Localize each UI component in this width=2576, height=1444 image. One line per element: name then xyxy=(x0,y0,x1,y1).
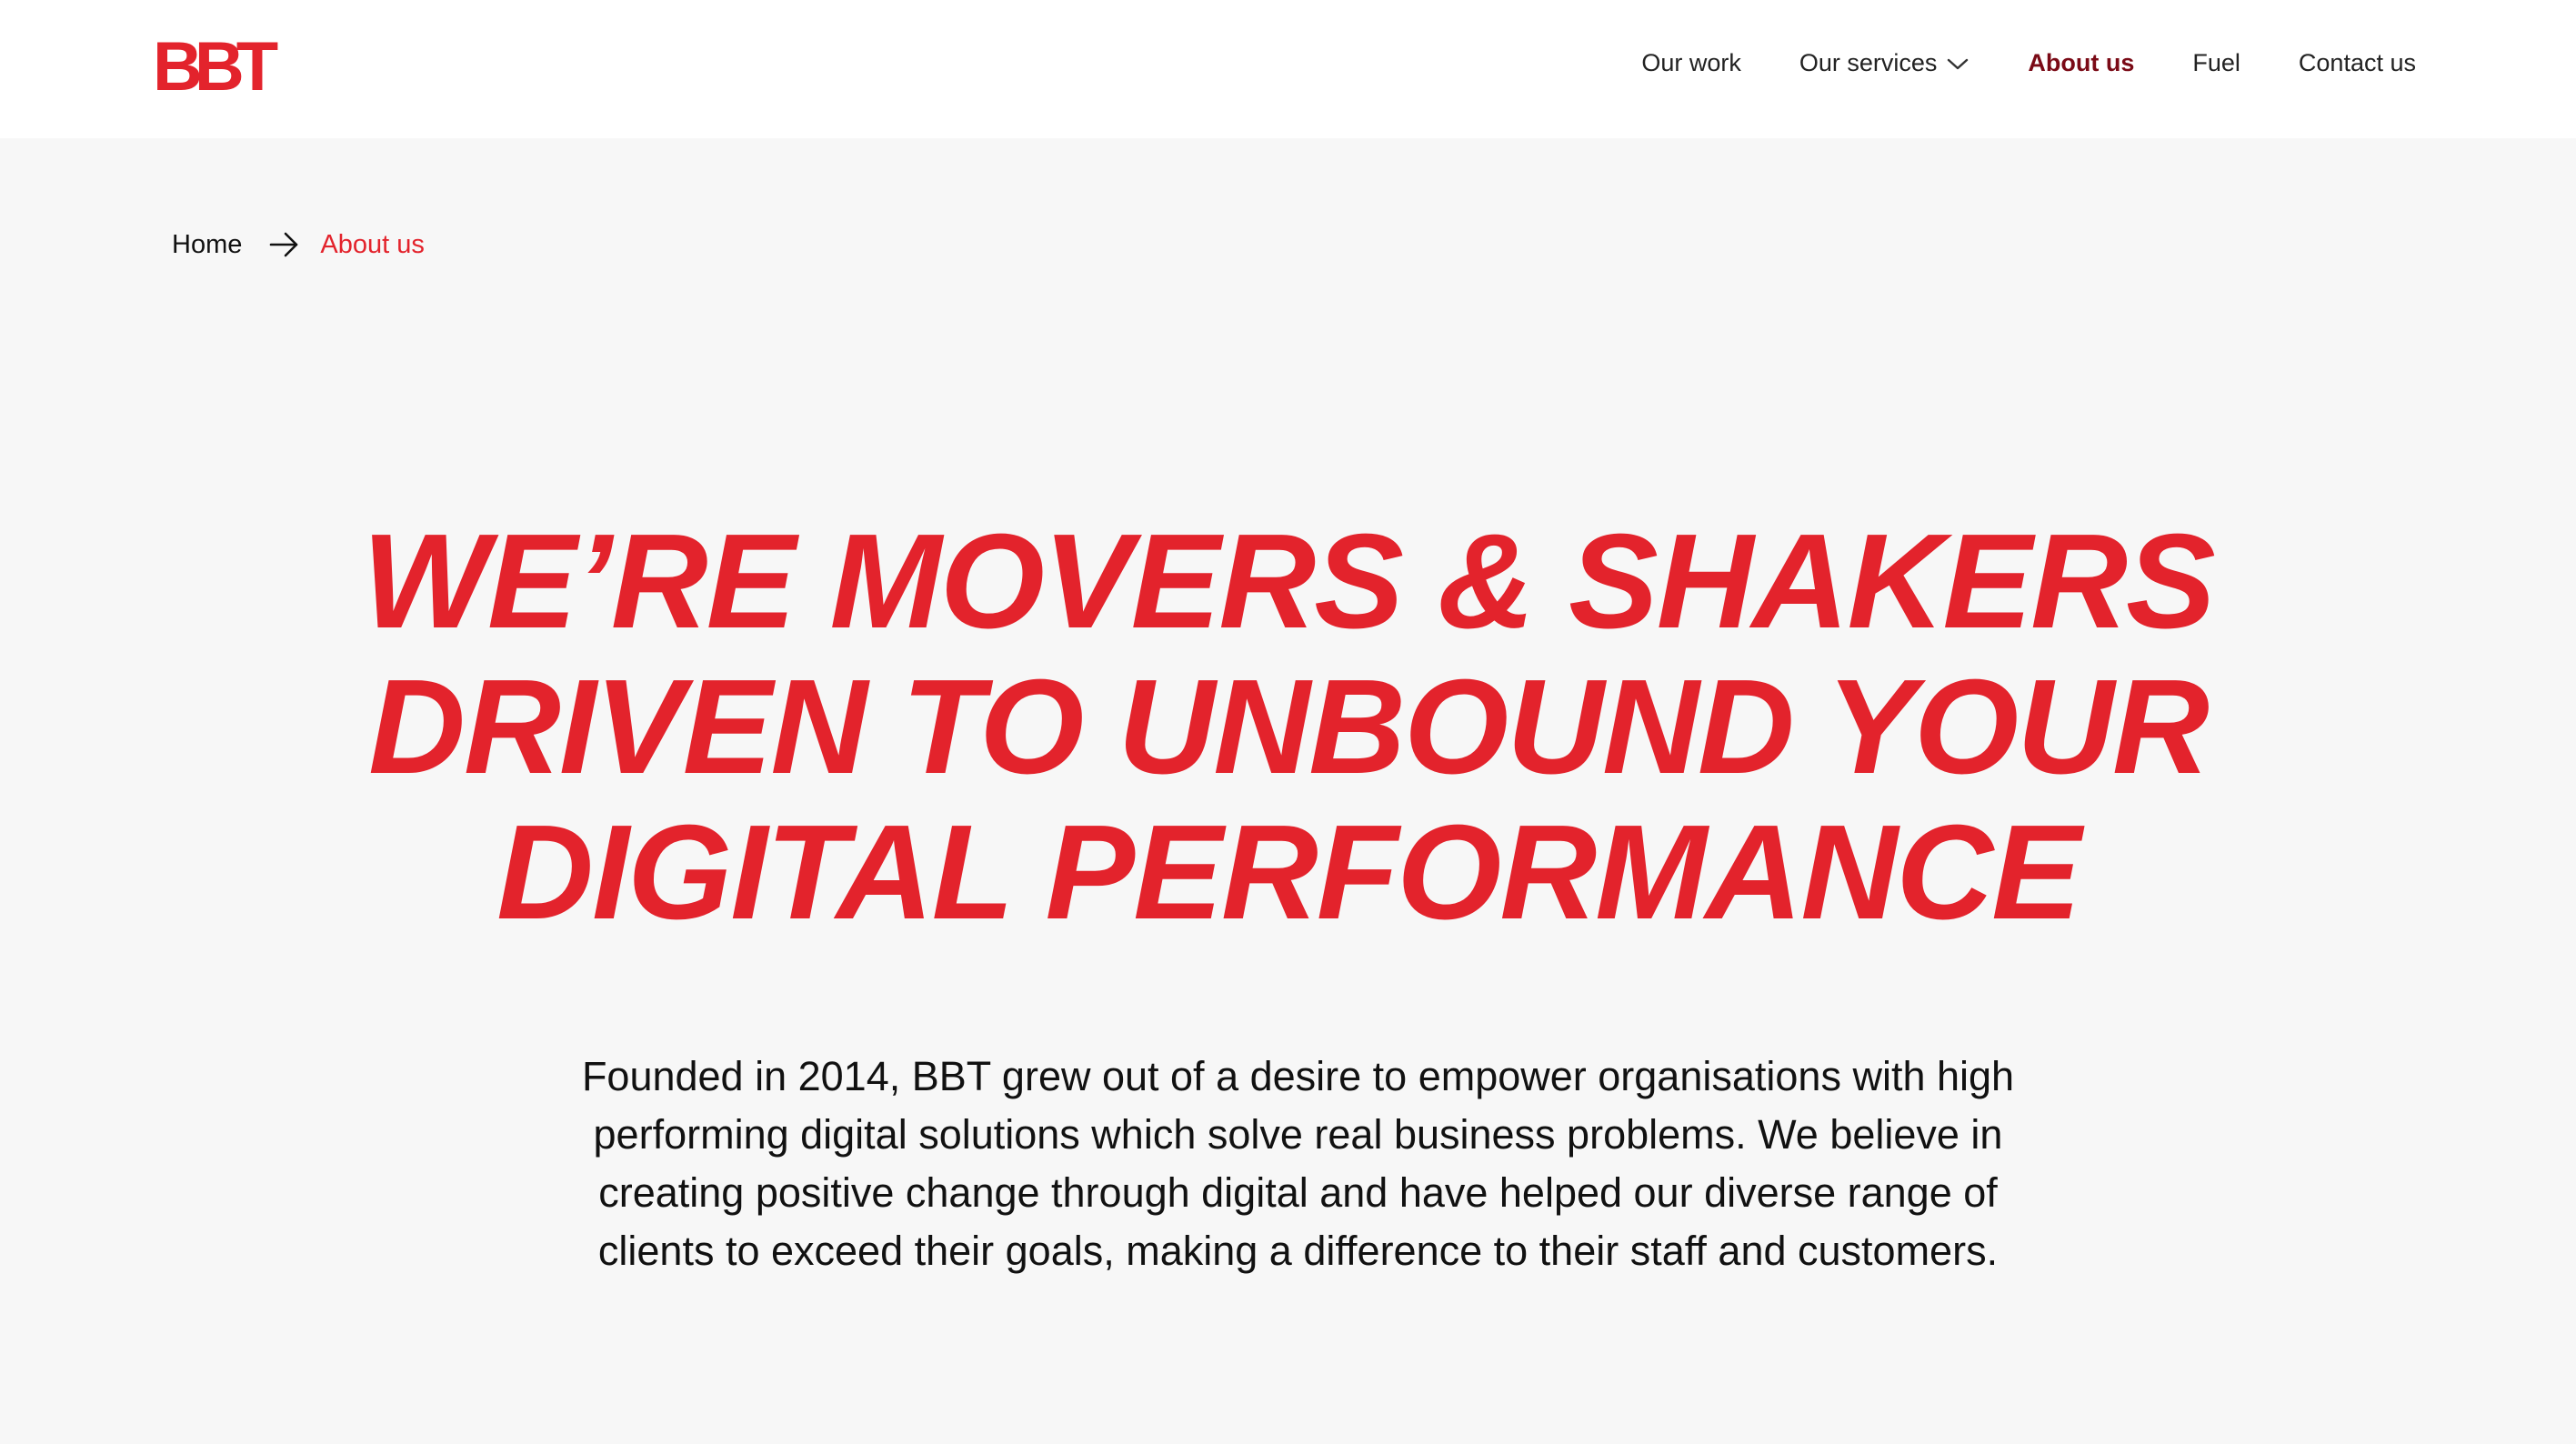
nav-item-label: Fuel xyxy=(2192,48,2240,76)
about-page: BBT Our work Our services About us Fuel … xyxy=(0,0,2576,1444)
nav-item-about-us[interactable]: About us xyxy=(2028,49,2134,77)
hero-heading-line: DIGITAL PERFORMANCE xyxy=(496,797,2081,948)
bbt-logo[interactable]: BBT xyxy=(153,33,278,102)
nav-item-label: Contact us xyxy=(2298,48,2416,76)
breadcrumb: Home About us xyxy=(172,226,425,264)
nav-item-label: About us xyxy=(2028,48,2135,76)
intro-paragraph: Founded in 2014, BBT grew out of a desir… xyxy=(581,1053,2015,1274)
nav-item-our-work[interactable]: Our work xyxy=(1641,49,1741,77)
breadcrumb-current: About us xyxy=(320,229,425,259)
chevron-down-icon xyxy=(1948,58,1969,70)
nav-item-fuel[interactable]: Fuel xyxy=(2192,49,2240,77)
arrow-right-icon xyxy=(270,232,298,257)
hero-heading: WE’RE MOVERS & SHAKERS DRIVEN TO UNBOUND… xyxy=(182,509,2394,946)
hero-heading-line: WE’RE MOVERS & SHAKERS xyxy=(362,506,2215,657)
nav-item-label: Our services xyxy=(1799,48,1938,76)
nav-item-our-services[interactable]: Our services xyxy=(1799,49,1970,77)
nav-item-label: Our work xyxy=(1641,48,1741,76)
nav-item-contact-us[interactable]: Contact us xyxy=(2299,49,2416,77)
site-header: BBT Our work Our services About us Fuel … xyxy=(0,0,2576,138)
hero-heading-line: DRIVEN TO UNBOUND YOUR xyxy=(368,652,2210,802)
breadcrumb-home-link[interactable]: Home xyxy=(172,230,242,260)
main-nav: Our work Our services About us Fuel Cont… xyxy=(1641,44,2416,82)
